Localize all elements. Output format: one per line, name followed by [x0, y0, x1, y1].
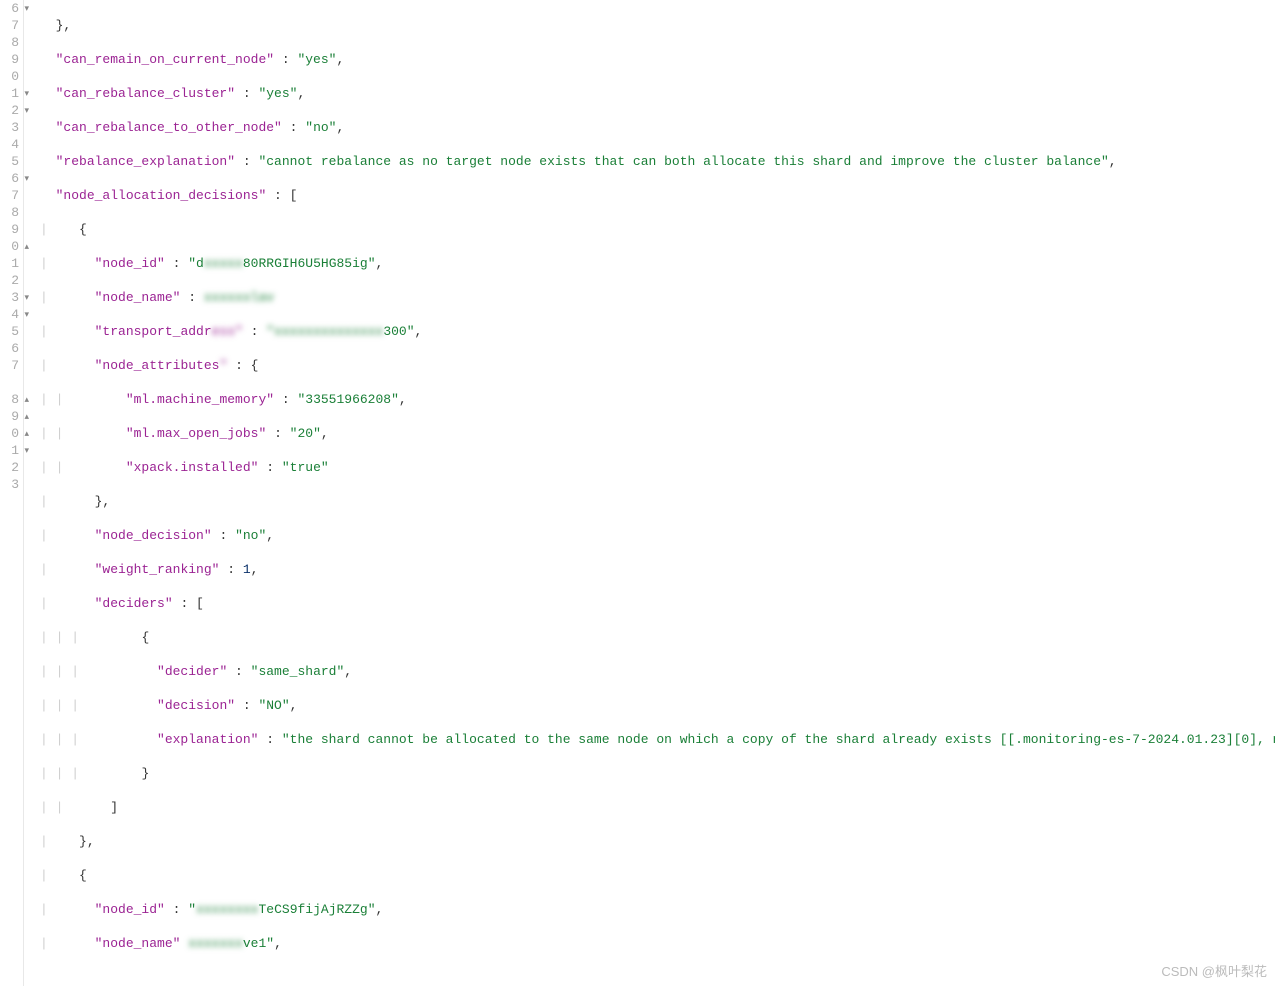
code-line: | "weight_ranking" : 1,	[40, 561, 1275, 578]
code-line: | | | "decider" : "same_shard",	[40, 663, 1275, 680]
line-number: 3	[0, 119, 19, 136]
redacted-text: xxxxx	[204, 255, 243, 272]
line-number: 8	[0, 204, 19, 221]
line-number: 3▾	[0, 289, 19, 306]
line-number: 2▾	[0, 102, 19, 119]
fold-icon[interactable]: ▾	[24, 171, 29, 188]
line-number: 5	[0, 323, 19, 340]
code-line: | "node_decision" : "no",	[40, 527, 1275, 544]
line-number: 9	[0, 51, 19, 68]
redacted-text: xxxxxxx	[188, 935, 243, 952]
fold-icon[interactable]: ▴	[24, 239, 29, 256]
fold-icon[interactable]: ▾	[24, 103, 29, 120]
line-number: 0	[0, 68, 19, 85]
line-number: 2	[0, 272, 19, 289]
line-number: 6▾	[0, 0, 19, 17]
fold-icon[interactable]: ▾	[24, 86, 29, 103]
line-number: 1▾	[0, 85, 19, 102]
redacted-text: xxxxxxxx	[196, 901, 258, 918]
line-number: 7	[0, 187, 19, 204]
line-number: 4	[0, 136, 19, 153]
line-number: 6	[0, 340, 19, 357]
code-line: | | | "decision" : "NO",	[40, 697, 1275, 714]
code-line: | {	[40, 867, 1275, 884]
fold-icon[interactable]: ▴	[24, 392, 29, 409]
fold-icon[interactable]: ▾	[24, 290, 29, 307]
line-number: 0▴	[0, 238, 19, 255]
code-line: "can_rebalance_cluster" : "yes",	[40, 85, 1275, 102]
fold-icon[interactable]: ▴	[24, 409, 29, 426]
line-number: 4▾	[0, 306, 19, 323]
code-line: | | "ml.max_open_jobs" : "20",	[40, 425, 1275, 442]
code-line: | "node_name" xxxxxxxve1",	[40, 935, 1275, 952]
code-line: "can_rebalance_to_other_node" : "no",	[40, 119, 1275, 136]
fold-icon[interactable]: ▾	[24, 1, 29, 18]
line-number: 7	[0, 357, 19, 374]
line-number: 3	[0, 476, 19, 493]
code-line: | },	[40, 833, 1275, 850]
line-number: 8▴	[0, 391, 19, 408]
code-line: "can_remain_on_current_node" : "yes",	[40, 51, 1275, 68]
code-line: | | "xpack.installed" : "true"	[40, 459, 1275, 476]
code-line: | | "ml.machine_memory" : "33551966208",	[40, 391, 1275, 408]
line-number: 6▾	[0, 170, 19, 187]
code-line: | "node_attributes" : {	[40, 357, 1275, 374]
fold-icon[interactable]: ▾	[24, 307, 29, 324]
line-number-gutter: 6▾ 7 8 9 0 1▾ 2▾ 3 4 5 6▾ 7 8 9 0▴ 1 2 3…	[0, 0, 24, 986]
code-line: | "node_name" : xxxxxxlav	[40, 289, 1275, 306]
code-line: | | | }	[40, 765, 1275, 782]
code-line: | | | {	[40, 629, 1275, 646]
code-line: "rebalance_explanation" : "cannot rebala…	[40, 153, 1275, 170]
line-number: 9	[0, 221, 19, 238]
code-editor: 6▾ 7 8 9 0 1▾ 2▾ 3 4 5 6▾ 7 8 9 0▴ 1 2 3…	[0, 0, 1275, 986]
line-number: 7	[0, 17, 19, 34]
line-number: 2	[0, 459, 19, 476]
line-number: 1▾	[0, 442, 19, 459]
redacted-text: ess"	[212, 323, 243, 340]
code-line: | "transport_address" : "xxxxxxxxxxxxxx3…	[40, 323, 1275, 340]
line-number: 5	[0, 153, 19, 170]
line-number: 9▴	[0, 408, 19, 425]
watermark-text: CSDN @枫叶梨花	[1161, 963, 1267, 980]
fold-icon[interactable]: ▴	[24, 426, 29, 443]
code-line: "node_allocation_decisions" : [	[40, 187, 1275, 204]
code-line: | "node_id" : "xxxxxxxxTeCS9fijAjRZZg",	[40, 901, 1275, 918]
code-line: | | | "explanation" : "the shard cannot …	[40, 731, 1275, 748]
line-number: 1	[0, 255, 19, 272]
code-line: | "deciders" : [	[40, 595, 1275, 612]
redacted-text: xxxxxxlav	[204, 289, 274, 306]
fold-icon[interactable]: ▾	[24, 443, 29, 460]
line-number: 8	[0, 34, 19, 51]
redacted-text: "xxxxxxxxxxxxxx	[266, 323, 383, 340]
code-line: | "node_id" : "dxxxxx80RRGIH6U5HG85ig",	[40, 255, 1275, 272]
line-number: 0▴	[0, 425, 19, 442]
code-line: | {	[40, 221, 1275, 238]
code-line: },	[40, 17, 1275, 34]
code-line: | | ]	[40, 799, 1275, 816]
redacted-text: "	[219, 357, 227, 374]
line-number	[0, 374, 19, 391]
code-line: | },	[40, 493, 1275, 510]
code-body[interactable]: }, "can_remain_on_current_node" : "yes",…	[24, 0, 1275, 986]
